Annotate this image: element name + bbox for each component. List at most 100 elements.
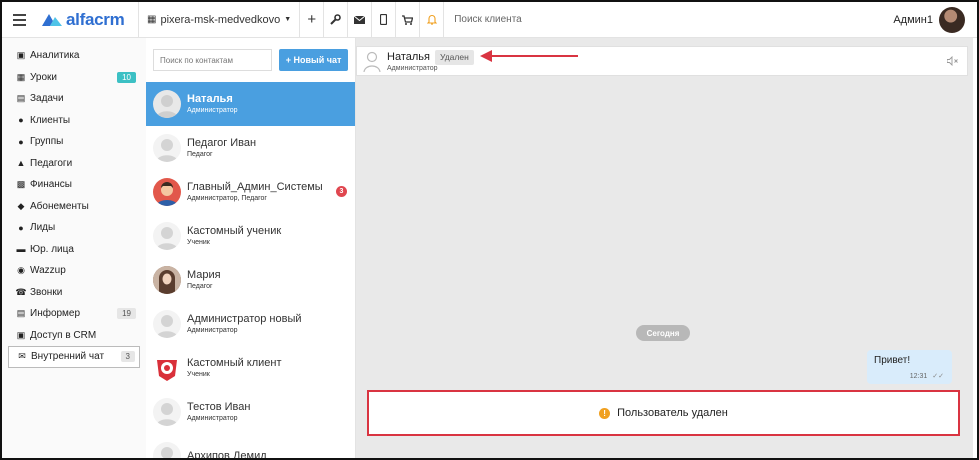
user-menu[interactable]: Админ1 [893, 6, 965, 33]
contacts-header: Поиск по контактам + Новый чат [146, 38, 355, 82]
sidebar-item-label: Wazzup [30, 265, 66, 277]
chat-contact-name: Наталья [387, 51, 430, 63]
sidebar-item-label: Педагоги [30, 157, 73, 169]
sidebar-item-analytics[interactable]: ▣ Аналитика [2, 45, 146, 67]
double-check-icon: ✓✓ [932, 373, 944, 380]
app-window: alfacrm ▦ pixera-msk-medvedkovo ▼ + Поис… [0, 0, 979, 460]
sidebar-item-calls[interactable]: ☎ Звонки [2, 282, 146, 304]
contact-item[interactable]: Кастомный клиент Ученик [146, 346, 355, 390]
contact-role: Ученик [187, 239, 210, 246]
sidebar-item-internal-chat[interactable]: ✉ Внутренний чат 3 [8, 346, 140, 368]
message-bubble: Привет! 12:31 ✓✓ [867, 350, 952, 384]
contact-item[interactable]: Администратор новый Администратор [146, 302, 355, 346]
contact-search-input[interactable]: Поиск по контактам [153, 49, 273, 71]
contact-role: Педагог [187, 283, 213, 290]
lessons-count-badge: 10 [117, 71, 136, 83]
default-avatar-icon [153, 310, 181, 338]
contact-role: Ученик [187, 371, 210, 378]
mobile-icon[interactable] [372, 2, 397, 38]
warning-icon: ! [599, 407, 611, 419]
sidebar-item-label: Звонки [30, 286, 63, 298]
sidebar-item-label: Финансы [30, 179, 72, 191]
unread-count-badge: 3 [336, 186, 347, 197]
informer-count-badge: 19 [117, 308, 136, 320]
hamburger-menu-icon[interactable] [4, 2, 34, 38]
contact-item[interactable]: Педагог Иван Педагог [146, 126, 355, 170]
contact-item[interactable]: Мария Педагог [146, 258, 355, 302]
sidebar-item-teachers[interactable]: ▲ Педагоги [2, 153, 146, 175]
users-icon: ● [18, 136, 24, 147]
sidebar-item-label: Задачи [30, 93, 64, 105]
contact-role: Педагог [187, 151, 213, 158]
sidebar-item-label: Юр. лица [30, 243, 74, 255]
avatar [153, 178, 181, 206]
sidebar-item-leads[interactable]: ● Лиды [2, 217, 146, 239]
logo-text: alfacrm [66, 9, 125, 29]
sidebar-item-subscriptions[interactable]: ◆ Абонементы [2, 196, 146, 218]
cart-icon[interactable] [396, 2, 421, 38]
chat-header: Наталья Удален Администратор [356, 46, 968, 76]
avatar [153, 354, 181, 382]
sidebar-item-wazzup[interactable]: ◉ Wazzup [2, 260, 146, 282]
graduation-cap-icon: ▲ [16, 158, 26, 169]
sidebar-item-clients[interactable]: ● Клиенты [2, 110, 146, 132]
lock-icon: ▣ [16, 329, 26, 340]
tag-icon: ◆ [17, 200, 25, 211]
sidebar-item-groups[interactable]: ● Группы [2, 131, 146, 153]
default-avatar-icon [153, 398, 181, 426]
chat-count-badge: 3 [120, 351, 135, 363]
chat-panel: Наталья Удален Администратор Сегодня При… [356, 38, 973, 458]
contact-name: Администратор новый [187, 313, 302, 325]
client-search-input[interactable]: Поиск клиента [444, 14, 893, 25]
sidebar: ▣ Аналитика ▦ Уроки 10 ▤ Задачи ● Клиент… [2, 38, 146, 458]
sidebar-item-crm-access[interactable]: ▣ Доступ в CRM [2, 325, 146, 347]
bell-icon[interactable] [420, 2, 445, 38]
plus-icon[interactable]: + [300, 2, 325, 38]
contact-item[interactable]: Архипов Демид [146, 434, 355, 458]
contact-role: Администратор [187, 327, 238, 334]
chevron-down-icon: ▼ [284, 16, 292, 23]
contact-item[interactable]: Тестов Иван Администратор [146, 390, 355, 434]
user-icon: ● [18, 115, 24, 126]
message-text: Привет! [874, 355, 911, 366]
mute-icon[interactable] [947, 56, 959, 66]
calendar-icon: ▦ [16, 71, 26, 82]
sidebar-item-finance[interactable]: ▩ Финансы [2, 174, 146, 196]
new-chat-button[interactable]: + Новый чат [279, 49, 348, 71]
top-bar: alfacrm ▦ pixera-msk-medvedkovo ▼ + Поис… [2, 2, 977, 38]
sidebar-item-label: Лиды [30, 222, 56, 234]
envelope-icon[interactable] [348, 2, 373, 38]
sidebar-item-label: Абонементы [30, 200, 89, 212]
whatsapp-icon: ◉ [17, 265, 25, 276]
contact-name: Главный_Админ_Системы [187, 181, 323, 193]
sidebar-item-informer[interactable]: ▤ Информер 19 [2, 303, 146, 325]
sidebar-item-lessons[interactable]: ▦ Уроки 10 [2, 67, 146, 89]
sidebar-item-label: Аналитика [30, 50, 80, 62]
money-icon: ▩ [16, 179, 26, 190]
logo[interactable]: alfacrm [42, 2, 138, 38]
status-badge: Удален [434, 50, 474, 65]
avatar [939, 6, 965, 33]
chat-contact-role: Администратор [387, 65, 438, 72]
sidebar-item-tasks[interactable]: ▤ Задачи [2, 88, 146, 110]
wrench-icon[interactable] [324, 2, 349, 38]
default-avatar-icon [153, 90, 181, 118]
contact-item[interactable]: Главный_Админ_Системы Администратор, Пед… [146, 170, 355, 214]
contact-role: Администратор, Педагог [187, 195, 267, 202]
sidebar-item-legal-entities[interactable]: ▬ Юр. лица [2, 239, 146, 261]
branch-selector[interactable]: ▦ pixera-msk-medvedkovo ▼ [139, 2, 299, 38]
default-avatar-icon [153, 442, 181, 458]
default-avatar-icon [153, 134, 181, 162]
logo-icon [42, 13, 62, 26]
user-name: Админ1 [893, 13, 933, 26]
envelope-icon: ✉ [18, 351, 26, 362]
contact-item[interactable]: Наталья Администратор [146, 82, 355, 126]
message-meta: 12:31 ✓✓ [910, 372, 944, 380]
book-icon: ▣ [16, 50, 26, 61]
contact-item[interactable]: Кастомный ученик Ученик [146, 214, 355, 258]
contact-role: Администратор [187, 415, 238, 422]
contact-name: Кастомный клиент [187, 357, 282, 369]
contact-name: Кастомный ученик [187, 225, 282, 237]
contact-name: Мария [187, 269, 221, 281]
date-separator: Сегодня [636, 325, 690, 341]
